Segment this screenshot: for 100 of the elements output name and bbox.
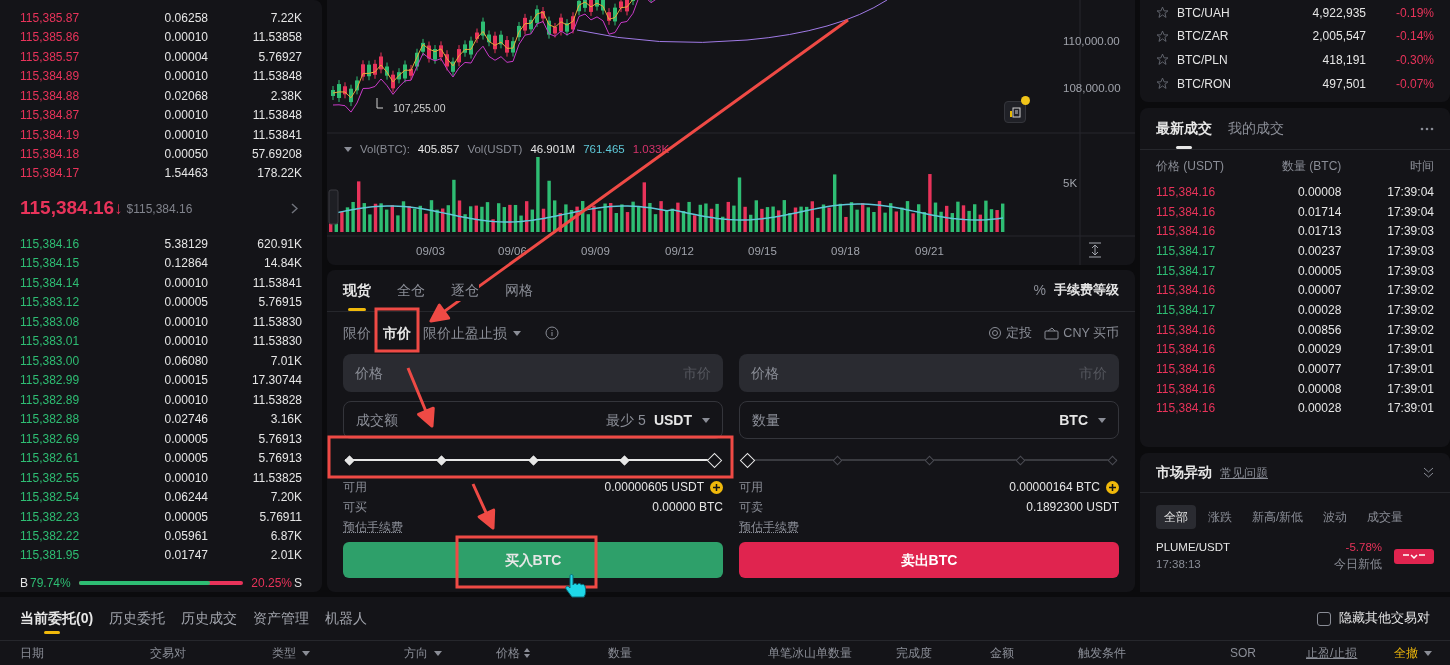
volume-legend-item: 1.033K (632, 142, 670, 157)
amount-cell-text: 0.00010 (163, 313, 208, 331)
checkbox[interactable] (1317, 611, 1331, 626)
orders-tab[interactable]: 机器人 (325, 597, 368, 640)
info-label[interactable]: 预估手续费 (739, 518, 799, 536)
date-tick: 09/21 (915, 245, 944, 257)
column-filter[interactable]: 类型 (272, 644, 310, 662)
trade-amount: 0.00028 (1296, 301, 1342, 319)
total-cell-text: 5.76915 (257, 294, 302, 312)
sell-button[interactable]: 卖出BTC (739, 542, 1119, 578)
filter-chip[interactable]: 波动 (1315, 505, 1356, 529)
volume-tick: 5K (1063, 177, 1078, 189)
amount-cell-text: 0.00010 (163, 469, 208, 487)
order-type-tab[interactable]: 限价止盈止损 (423, 322, 521, 344)
cancel-all-button[interactable]: 全撤 (1394, 644, 1432, 662)
amount-cell-text: 0.06080 (163, 352, 208, 370)
trade-price: 115,384.16 (1156, 321, 1217, 339)
filter-chip[interactable]: 新高/新低 (1244, 505, 1312, 529)
trade-price: 115,384.16 (1156, 400, 1217, 418)
price-cell-text: 115,384.18 (20, 146, 81, 163)
pair-name[interactable]: PLUME/USDT (1156, 539, 1231, 556)
info-icon[interactable] (545, 326, 559, 340)
price-cell-text: 115,382.54 (20, 489, 81, 507)
buy-ratio: 79.74% (30, 575, 71, 593)
column-sort[interactable]: 价格 (496, 644, 530, 662)
annotation-arrow (406, 366, 435, 428)
chevron-right-icon[interactable] (291, 203, 298, 215)
chart-tool-button[interactable] (1004, 101, 1026, 123)
volume-legend-item: Vol(USDT) (467, 142, 523, 157)
faq-link[interactable]: 常见问题 (1220, 463, 1268, 482)
trade-price: 115,384.16 (1156, 341, 1217, 359)
trade-time: 17:39:02 (1386, 301, 1434, 319)
slider-stop (344, 455, 355, 465)
trade-amount: 0.00008 (1296, 380, 1342, 398)
header-link[interactable]: CNY 买币 (1044, 323, 1119, 343)
pair-name[interactable]: BTC/PLN (1177, 51, 1228, 69)
column-link[interactable]: 止盈/止损 (1306, 644, 1358, 662)
column-filter[interactable]: 方向 (404, 644, 442, 662)
amount-cell-text: 0.02746 (163, 411, 208, 429)
annotation-box (374, 307, 420, 353)
amount-cell-text: 0.00010 (163, 333, 208, 351)
price-tick: 110,000.00 (1063, 35, 1120, 47)
header-link[interactable]: 定投 (988, 323, 1033, 343)
double-chevron-down-icon[interactable] (1423, 467, 1434, 478)
price-cell-text: 115,382.99 (20, 372, 81, 390)
star-icon[interactable] (1156, 6, 1169, 20)
unit-dropdown[interactable]: USDT (653, 409, 710, 431)
pair-name[interactable]: BTC/RON (1177, 74, 1231, 93)
total-cell-text: 6.87K (269, 528, 302, 545)
filter-chip[interactable]: 涨跌 (1200, 505, 1240, 529)
star-icon[interactable] (1156, 53, 1169, 67)
trades-tab[interactable]: 最新成交 (1156, 108, 1212, 149)
wallet-icon (1044, 326, 1060, 340)
orders-tab[interactable]: 当前委托(0) (20, 597, 94, 640)
trades-tab[interactable]: 我的成交 (1228, 108, 1284, 149)
checkbox-label[interactable]: 隐藏其他交易对 (1339, 609, 1430, 628)
price-cell-text: 115,383.01 (20, 333, 81, 351)
info-label[interactable]: 预估手续费 (343, 518, 403, 536)
more-icon[interactable] (1420, 126, 1434, 131)
total-cell-text: 3.16K (269, 411, 302, 429)
amount-cell-text: 5.38129 (163, 235, 208, 253)
fit-height-icon[interactable] (1088, 242, 1102, 258)
add-icon[interactable] (710, 480, 723, 494)
amount-cell-text: 1.54463 (163, 165, 208, 183)
date-tick: 09/09 (581, 245, 610, 257)
trade-price: 115,384.16 (1156, 223, 1217, 241)
orders-tab[interactable]: 历史委托 (109, 597, 166, 640)
fee-level-link[interactable]: 手续费等级 (1054, 281, 1119, 300)
slider-stop (1107, 455, 1118, 465)
caret-icon (513, 330, 521, 336)
pair-name[interactable]: BTC/ZAR (1177, 27, 1229, 46)
trade-amount: 0.00856 (1296, 321, 1342, 339)
order-type-tab[interactable]: 限价 (343, 322, 371, 344)
orders-tab[interactable]: 资产管理 (253, 597, 310, 640)
info-value: 0.00000164 BTC (1009, 479, 1100, 496)
unit-dropdown[interactable]: BTC (1059, 409, 1106, 431)
change-value: -5.78% (1345, 540, 1382, 555)
amount-field[interactable]: 数量 BTC (739, 401, 1119, 439)
total-cell-text: 2.01K (269, 547, 302, 565)
pair-change: -0.14% (1394, 28, 1434, 46)
amount-cell-text: 0.00005 (163, 450, 208, 468)
trade-amount: 0.01714 (1296, 203, 1342, 221)
total-cell-text: 2.38K (269, 87, 302, 105)
total-cell-text: 5.76913 (257, 450, 302, 468)
filter-chip[interactable]: 全部 (1156, 505, 1196, 529)
date-tick: 09/12 (665, 245, 694, 257)
star-icon[interactable] (1156, 29, 1169, 43)
order-type-tab[interactable]: 市价 (383, 322, 411, 344)
price-cell-text: 115,385.87 (20, 9, 81, 27)
add-icon[interactable] (1106, 480, 1119, 494)
star-icon[interactable] (1156, 77, 1169, 91)
low-price-label: 107,255.00 (393, 102, 446, 114)
pair-name[interactable]: BTC/UAH (1177, 3, 1230, 22)
column-header: 触发条件 (1078, 645, 1126, 662)
orders-tab[interactable]: 历史成交 (181, 597, 238, 640)
total-cell-text: 7.20K (269, 489, 302, 507)
trade-price: 115,384.16 (1156, 183, 1217, 201)
filter-chip[interactable]: 成交量 (1359, 505, 1412, 529)
slider-stop (1015, 455, 1026, 465)
info-label: 可用 (343, 479, 367, 496)
